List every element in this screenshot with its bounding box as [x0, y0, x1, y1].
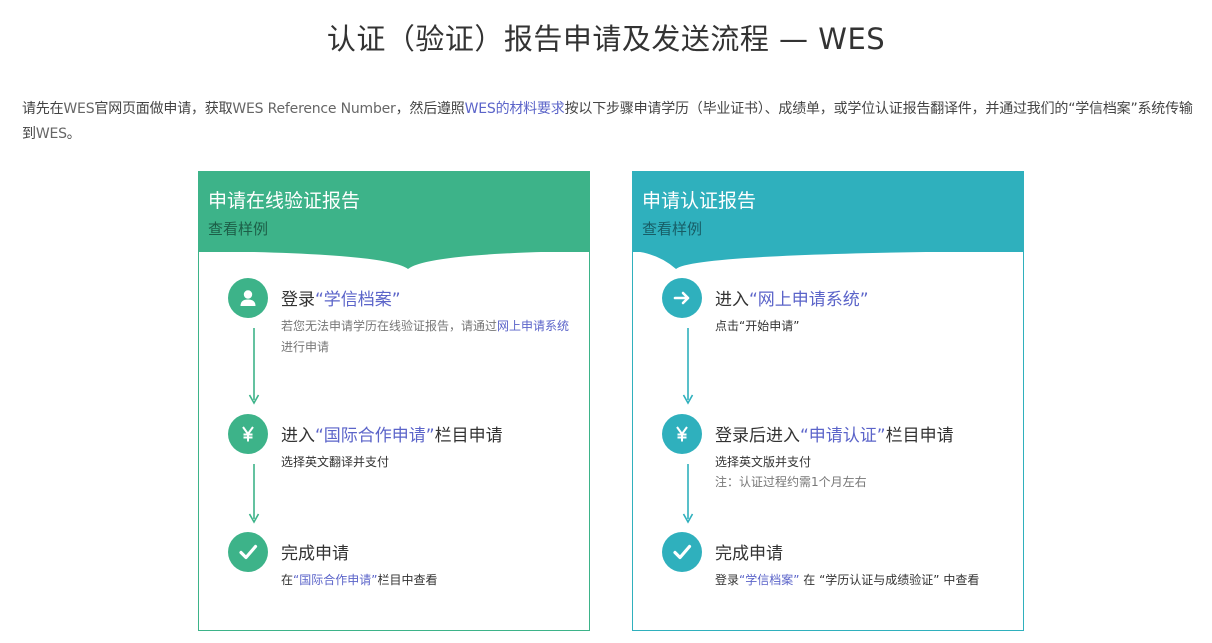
header-notch	[198, 251, 590, 269]
international-cooperation-link[interactable]: “国际合作申请”	[293, 573, 377, 587]
step-title-text: 栏目申请	[434, 426, 503, 446]
chsi-archive-link[interactable]: “学信档案”	[739, 573, 799, 587]
online-application-link[interactable]: “网上申请系统”	[749, 290, 869, 310]
card-header: 申请在线验证报告 查看样例	[198, 171, 590, 269]
step-desc-text: 进行申请	[281, 340, 330, 354]
step-title: 进入“网上申请系统”	[715, 285, 869, 310]
step-desc: 在“国际合作申请”栏目中查看	[281, 570, 571, 591]
arrow-down-connector	[248, 328, 260, 405]
page-title: 认证（验证）报告申请及发送流程 — WES	[326, 22, 886, 56]
intro-paragraph: 请先在WES官网页面做申请，获取WES Reference Number，然后遵…	[22, 97, 1200, 147]
user-icon	[228, 278, 268, 318]
step-title-text: 登录	[281, 290, 315, 310]
step-title: 登录后进入“申请认证”栏目申请	[715, 421, 954, 446]
arrow-down-connector	[248, 464, 260, 524]
online-verification-card: 申请在线验证报告 查看样例 登录“学信档案” 若您无法申请学历在线验证报告，请通…	[198, 171, 590, 631]
step-desc: 选择英文版并支付	[715, 455, 812, 469]
card-header: 申请认证报告 查看样例	[632, 171, 1024, 269]
check-icon	[228, 532, 268, 572]
step-note: 注：认证过程约需1个月左右	[715, 475, 867, 489]
step-title: 完成申请	[281, 544, 349, 564]
certification-card: 申请认证报告 查看样例 进入“网上申请系统” 点击“开始申请” 登录后进入“申请…	[632, 171, 1024, 631]
intro-text: 。	[66, 126, 81, 142]
step-title-text: 登录后进入	[715, 426, 800, 446]
step-desc: 登录“学信档案” 在 “学历认证与成绩验证” 中查看	[715, 570, 1005, 591]
view-sample-link[interactable]: 查看样例	[642, 218, 702, 239]
step-desc: 选择英文翻译并支付	[281, 455, 390, 469]
yen-icon	[662, 414, 702, 454]
apply-certification-link[interactable]: “申请认证”	[800, 426, 886, 446]
step-title: 完成申请	[715, 544, 783, 564]
yen-icon	[228, 414, 268, 454]
intro-text: 请先在	[22, 101, 64, 117]
step-desc: 点击“开始申请”	[715, 319, 800, 333]
international-cooperation-link[interactable]: “国际合作申请”	[315, 426, 435, 446]
step-desc: 若您无法申请学历在线验证报告，请通过网上申请系统进行申请	[281, 316, 571, 358]
intro-wes: WES	[63, 101, 95, 117]
arrow-down-connector	[682, 464, 694, 524]
step-desc-text: 在	[281, 573, 294, 587]
intro-wes-reference-number: WES Reference Number	[232, 101, 396, 117]
step-desc-text: 栏目中查看	[377, 573, 438, 587]
step-title-text: 栏目申请	[885, 426, 954, 446]
header-notch	[632, 251, 1024, 269]
intro-text: ，然后遵照	[395, 101, 465, 117]
wes-requirements-link[interactable]: WES的材料要求	[465, 101, 565, 117]
online-application-link[interactable]: 网上申请系统	[497, 319, 569, 333]
arrow-right-icon	[662, 278, 702, 318]
intro-wes: WES	[35, 126, 67, 142]
check-icon	[662, 532, 702, 572]
step-title-text: 进入	[281, 426, 315, 446]
step-title: 进入“国际合作申请”栏目申请	[281, 421, 503, 446]
card-title: 申请在线验证报告	[208, 190, 361, 212]
intro-text: 官网页面做申请，获取	[94, 101, 233, 117]
step-desc-text: 若您无法申请学历在线验证报告，请通过	[281, 319, 498, 333]
chsi-archive-link[interactable]: “学信档案”	[315, 290, 401, 310]
view-sample-link[interactable]: 查看样例	[208, 218, 268, 239]
card-title: 申请认证报告	[642, 190, 757, 212]
step-title-text: 进入	[715, 290, 749, 310]
step-desc-text: 在 “学历认证与成绩验证” 中查看	[799, 573, 980, 587]
step-desc-text: 登录	[715, 573, 740, 587]
step-title: 登录“学信档案”	[281, 285, 401, 310]
arrow-down-connector	[682, 328, 694, 405]
